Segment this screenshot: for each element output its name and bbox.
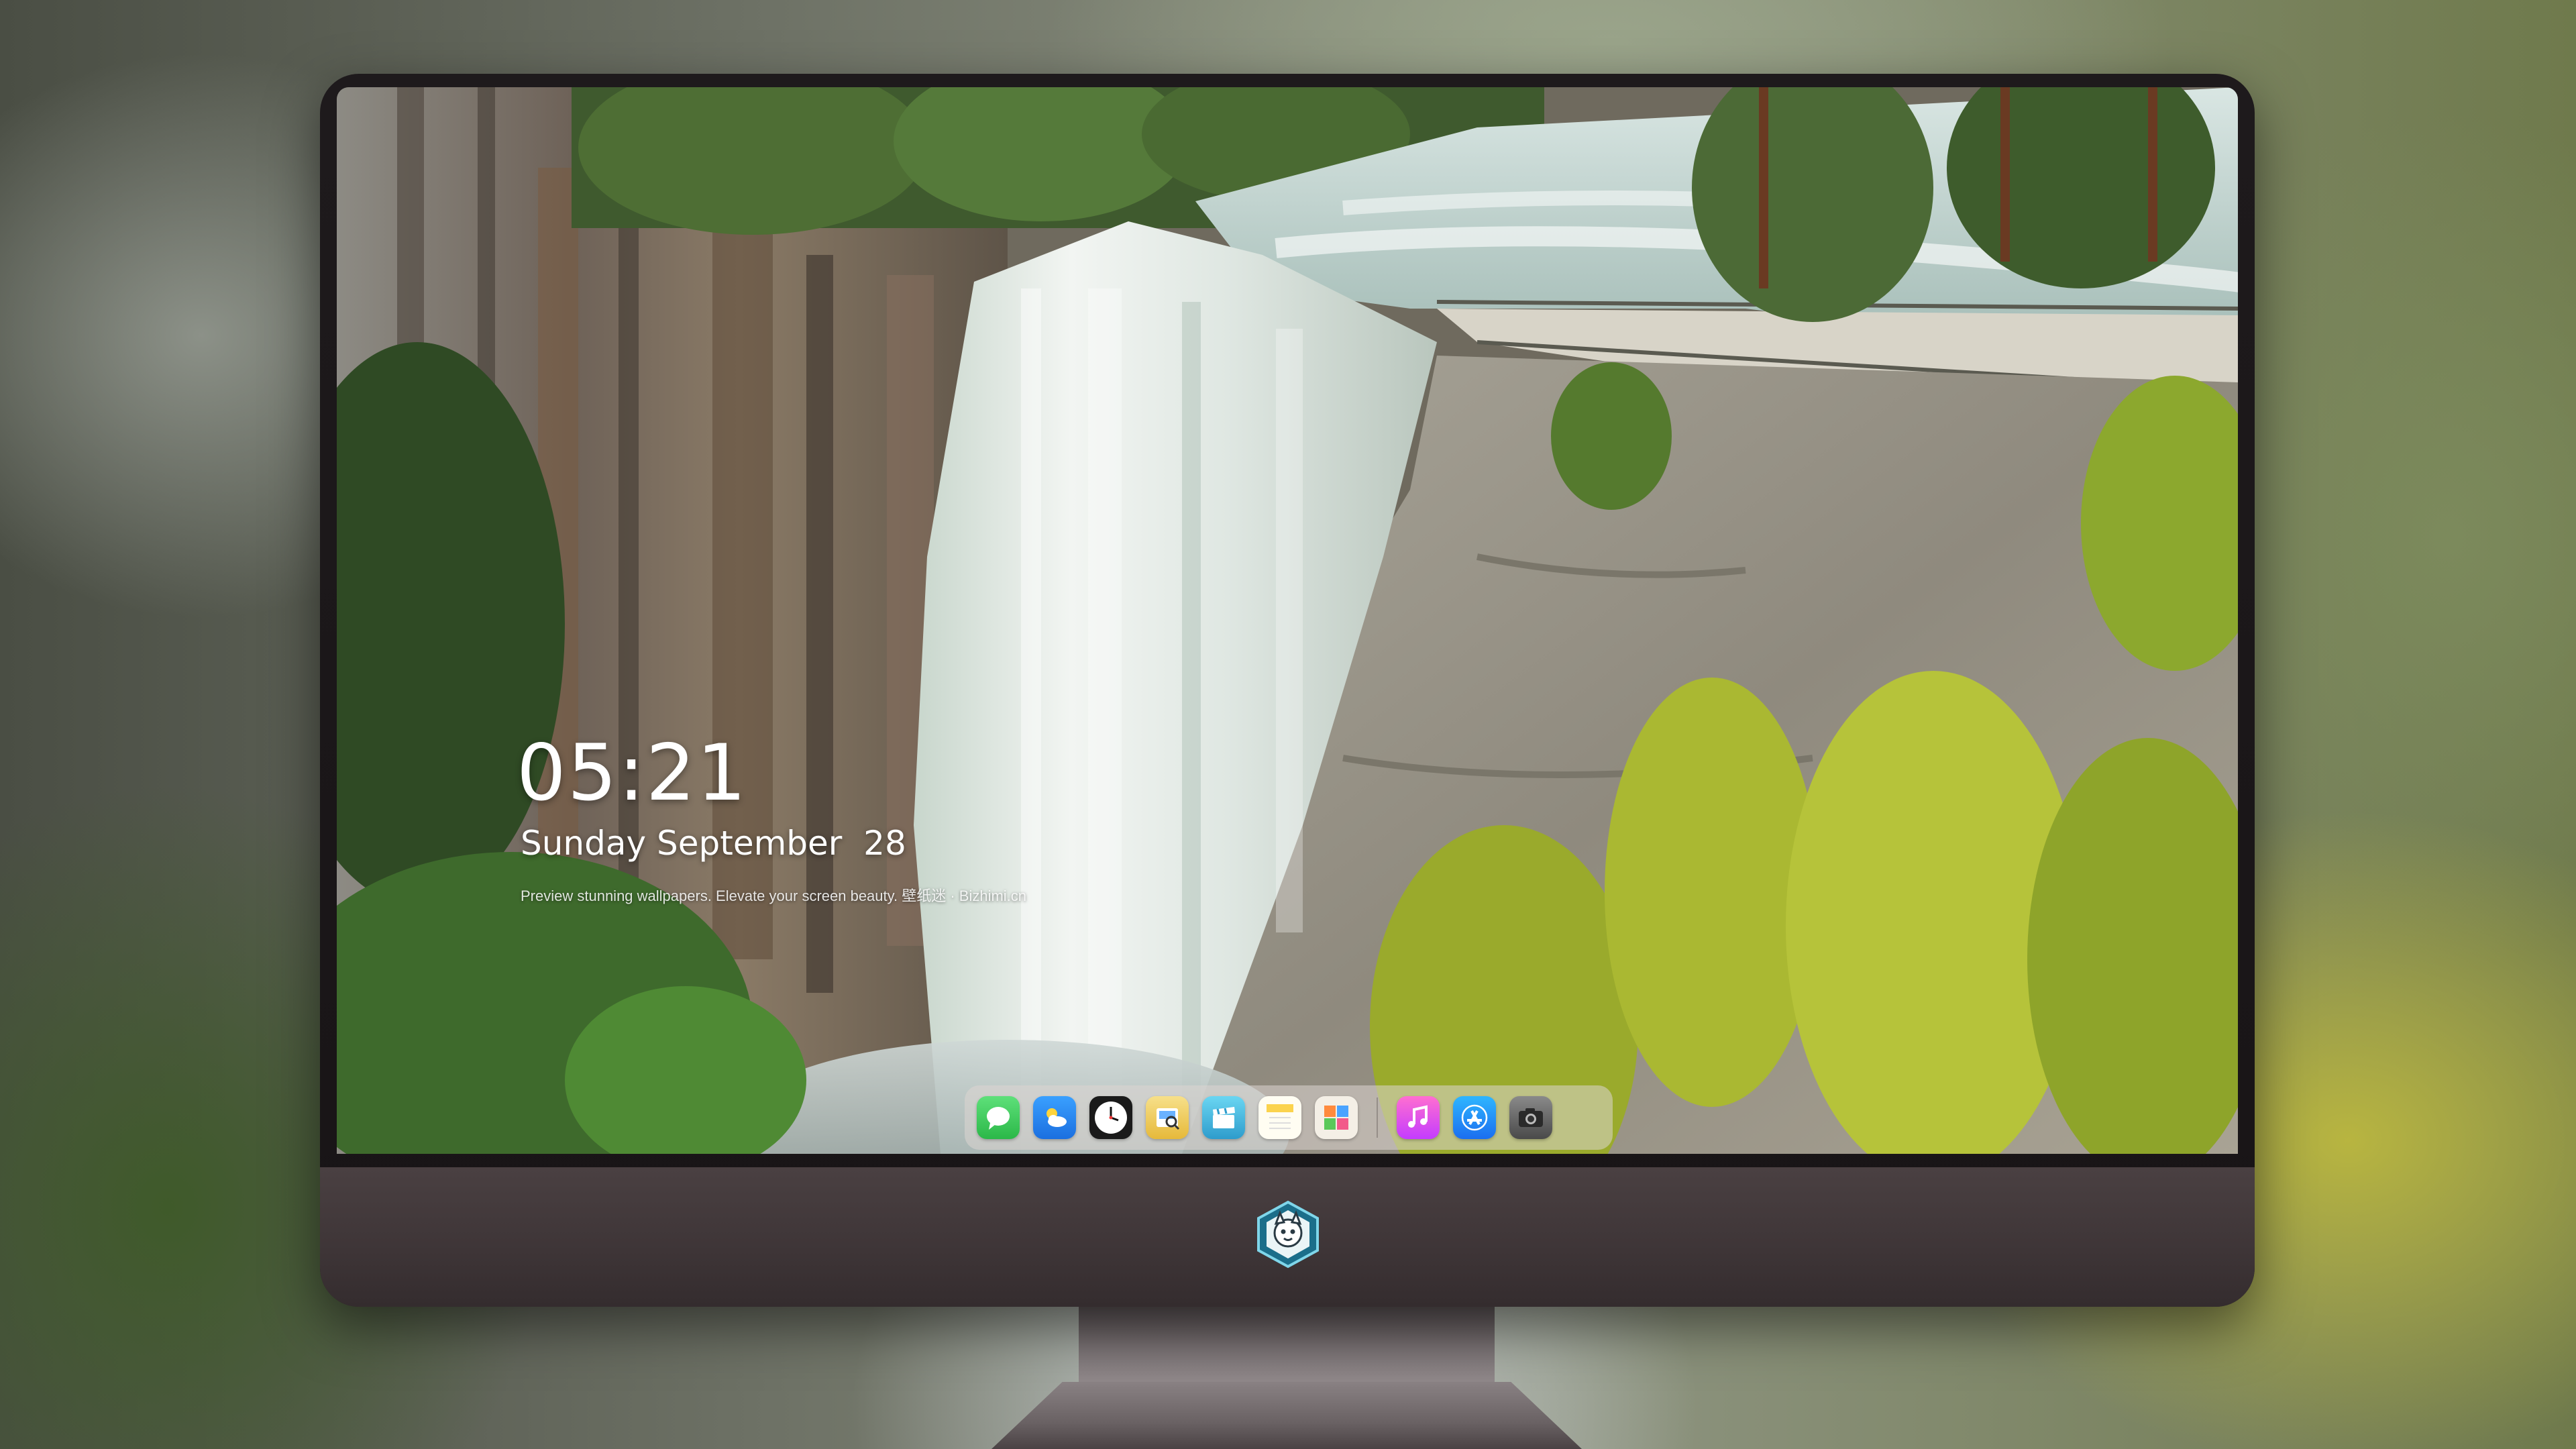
brand-logo-icon (1253, 1199, 1323, 1269)
clock-icon[interactable] (1089, 1096, 1132, 1139)
lockscreen-time: 05:21 (517, 728, 748, 818)
weather-icon[interactable] (1033, 1096, 1076, 1139)
monitor-stand-neck (1079, 1307, 1495, 1387)
lockscreen-date: Sunday September 28 (521, 824, 906, 863)
clips-icon[interactable] (1202, 1096, 1245, 1139)
photo-booth-icon[interactable] (1315, 1096, 1358, 1139)
lockscreen-tagline: Preview stunning wallpapers. Elevate you… (521, 888, 1027, 904)
preview-icon[interactable] (1146, 1096, 1189, 1139)
monitor-stand-base (991, 1382, 1582, 1449)
dock-separator (1377, 1097, 1378, 1138)
music-icon[interactable] (1397, 1096, 1440, 1139)
camera-icon[interactable] (1509, 1096, 1552, 1139)
desktop-screen: 05:21 Sunday September 28 Preview stunni… (337, 87, 2238, 1154)
app-store-icon[interactable] (1453, 1096, 1496, 1139)
notes-icon[interactable] (1258, 1096, 1301, 1139)
messages-icon[interactable] (977, 1096, 1020, 1139)
waterfall-wallpaper (337, 87, 2238, 1154)
dock (965, 1085, 1613, 1150)
